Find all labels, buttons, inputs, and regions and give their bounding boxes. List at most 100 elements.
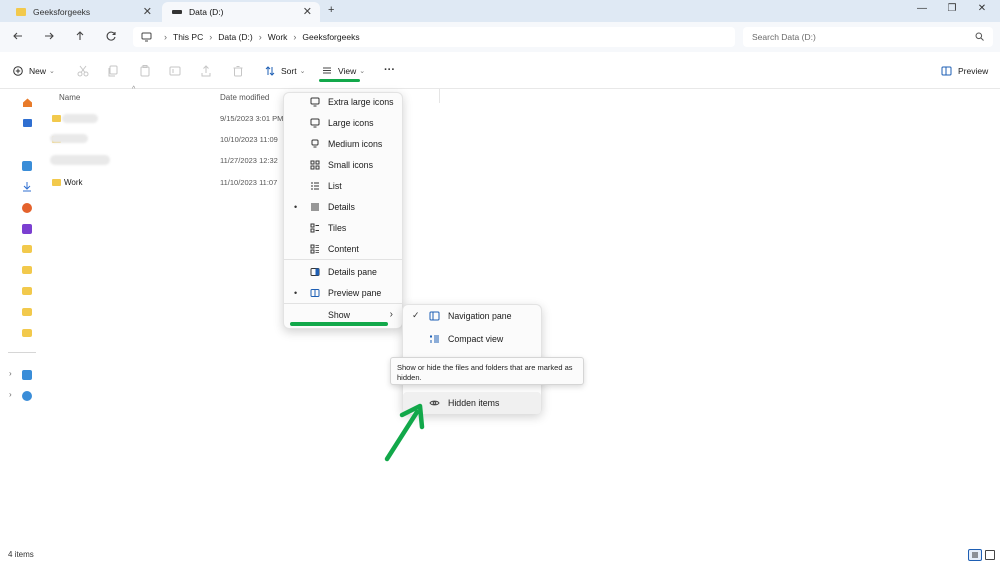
paste-icon[interactable] [138, 64, 152, 78]
cut-icon[interactable] [76, 64, 90, 78]
separator-icon: › [258, 32, 262, 42]
navigation-pane [0, 89, 38, 563]
blurred-file-name[interactable] [50, 134, 88, 143]
menu-item-preview-pane[interactable]: • Preview pane [283, 283, 403, 302]
preview-pane-icon [941, 66, 952, 76]
search-input[interactable]: Search Data (D:) [743, 27, 993, 47]
folder-icon[interactable] [22, 245, 32, 253]
menu-item-medium-icons[interactable]: Medium icons [283, 134, 403, 153]
submenu-label: Navigation pane [448, 311, 512, 321]
back-button[interactable] [11, 29, 25, 43]
file-name[interactable]: Work [64, 178, 83, 187]
folder-icon[interactable] [22, 308, 32, 316]
menu-item-small-icons[interactable]: Small icons [283, 155, 403, 174]
copy-icon[interactable] [106, 64, 120, 78]
refresh-button[interactable] [104, 29, 118, 43]
menu-label: Show [328, 309, 351, 320]
address-bar[interactable]: › This PC › Data (D:) › Work › Geeksforg… [133, 27, 735, 47]
restore-button[interactable]: ❐ [944, 3, 960, 14]
submenu-item-compact-view[interactable]: Compact view [402, 328, 542, 350]
search-icon [975, 32, 984, 41]
sort-button[interactable]: Sort ⌄ [265, 66, 305, 76]
minimize-button[interactable]: — [914, 3, 930, 14]
navigation-pane-icon [429, 311, 440, 321]
chevron-down-icon: ⌄ [49, 68, 55, 75]
blurred-file-name[interactable] [62, 114, 98, 123]
delete-icon[interactable] [231, 64, 245, 78]
breadcrumb-geeksforgeeks[interactable]: Geeksforgeeks [302, 32, 359, 42]
submenu-item-navigation-pane[interactable]: ✓ Navigation pane [402, 305, 542, 327]
tab-data-d[interactable]: Data (D:) ✕ [162, 2, 320, 22]
file-date: 11/27/2023 12:32 [220, 156, 278, 165]
selected-bullet-icon: • [294, 287, 298, 298]
up-button[interactable] [73, 29, 87, 43]
submenu-label: Hidden items [448, 398, 500, 408]
sort-icon [265, 66, 275, 76]
menu-label: Preview pane [328, 287, 382, 298]
arrow-right-icon [45, 32, 54, 40]
menu-item-large-icons[interactable]: Large icons [283, 113, 403, 132]
home-icon[interactable] [22, 97, 33, 108]
tiles-view-toggle[interactable] [985, 550, 995, 560]
new-label: New [29, 66, 47, 76]
folder-icon[interactable] [22, 266, 32, 274]
tooltip: Show or hide the files and folders that … [390, 357, 584, 385]
folder-icon [52, 115, 61, 122]
menu-item-details-pane[interactable]: Details pane [283, 262, 403, 281]
drive-icon [172, 10, 182, 14]
tab-geeksforgeeks[interactable]: Geeksforgeeks ✕ [6, 2, 160, 22]
menu-item-content[interactable]: Content [283, 239, 403, 258]
expand-chevron-icon[interactable]: › [9, 390, 12, 399]
blurred-file-name[interactable] [50, 155, 110, 165]
network-icon[interactable] [22, 391, 32, 401]
tab-label: Geeksforgeeks [33, 7, 91, 17]
breadcrumb-data-d[interactable]: Data (D:) [218, 32, 252, 42]
highlight-underline-show [290, 322, 388, 326]
compact-view-icon [430, 335, 439, 343]
rename-icon[interactable] [168, 64, 182, 78]
gallery-icon[interactable] [22, 118, 33, 128]
more-options-button[interactable]: ··· [384, 64, 395, 76]
column-header-date[interactable]: Date modified [220, 93, 269, 102]
selected-bullet-icon: • [294, 201, 298, 212]
grid-icon [310, 160, 320, 169]
menu-label: Details [328, 201, 355, 212]
share-icon[interactable] [199, 64, 213, 78]
close-tab-icon[interactable]: ✕ [143, 5, 152, 18]
expand-chevron-icon[interactable]: › [9, 369, 12, 378]
column-header-name[interactable]: Name [59, 93, 80, 102]
details-view-toggle[interactable] [968, 549, 982, 561]
computer-icon [141, 32, 152, 42]
close-window-button[interactable]: ✕ [974, 3, 990, 14]
details-icon [972, 552, 978, 558]
item-count: 4 items [8, 550, 34, 559]
view-button[interactable]: View ⌄ [322, 66, 365, 76]
folder-icon[interactable] [22, 287, 32, 295]
menu-item-details[interactable]: • Details [283, 197, 403, 216]
new-tab-button[interactable]: + [328, 4, 334, 16]
breadcrumb-work[interactable]: Work [268, 32, 288, 42]
preview-button[interactable]: Preview [941, 66, 988, 76]
downloads-icon[interactable] [22, 181, 32, 192]
check-icon: ✓ [412, 310, 420, 320]
details-icon [311, 203, 319, 210]
menu-item-tiles[interactable]: Tiles [283, 218, 403, 237]
menu-item-list[interactable]: List [283, 176, 403, 195]
desktop-icon[interactable] [22, 161, 32, 171]
tab-label: Data (D:) [189, 7, 224, 17]
this-pc-icon[interactable] [22, 370, 32, 380]
menu-label: Large icons [328, 117, 374, 128]
close-tab-icon[interactable]: ✕ [303, 5, 312, 18]
videos-icon[interactable] [22, 224, 32, 234]
breadcrumb-this-pc[interactable]: This PC [173, 32, 203, 42]
new-button[interactable]: New ⌄ [13, 66, 55, 76]
menu-item-extra-large-icons[interactable]: Extra large icons [283, 92, 403, 111]
arrow-up-icon [76, 31, 84, 40]
preview-label: Preview [958, 66, 989, 76]
eye-icon [429, 400, 440, 406]
tiles-icon [310, 223, 319, 232]
music-icon[interactable] [22, 203, 32, 213]
list-icon [311, 182, 319, 189]
folder-icon[interactable] [22, 329, 32, 337]
forward-button[interactable] [42, 29, 56, 43]
